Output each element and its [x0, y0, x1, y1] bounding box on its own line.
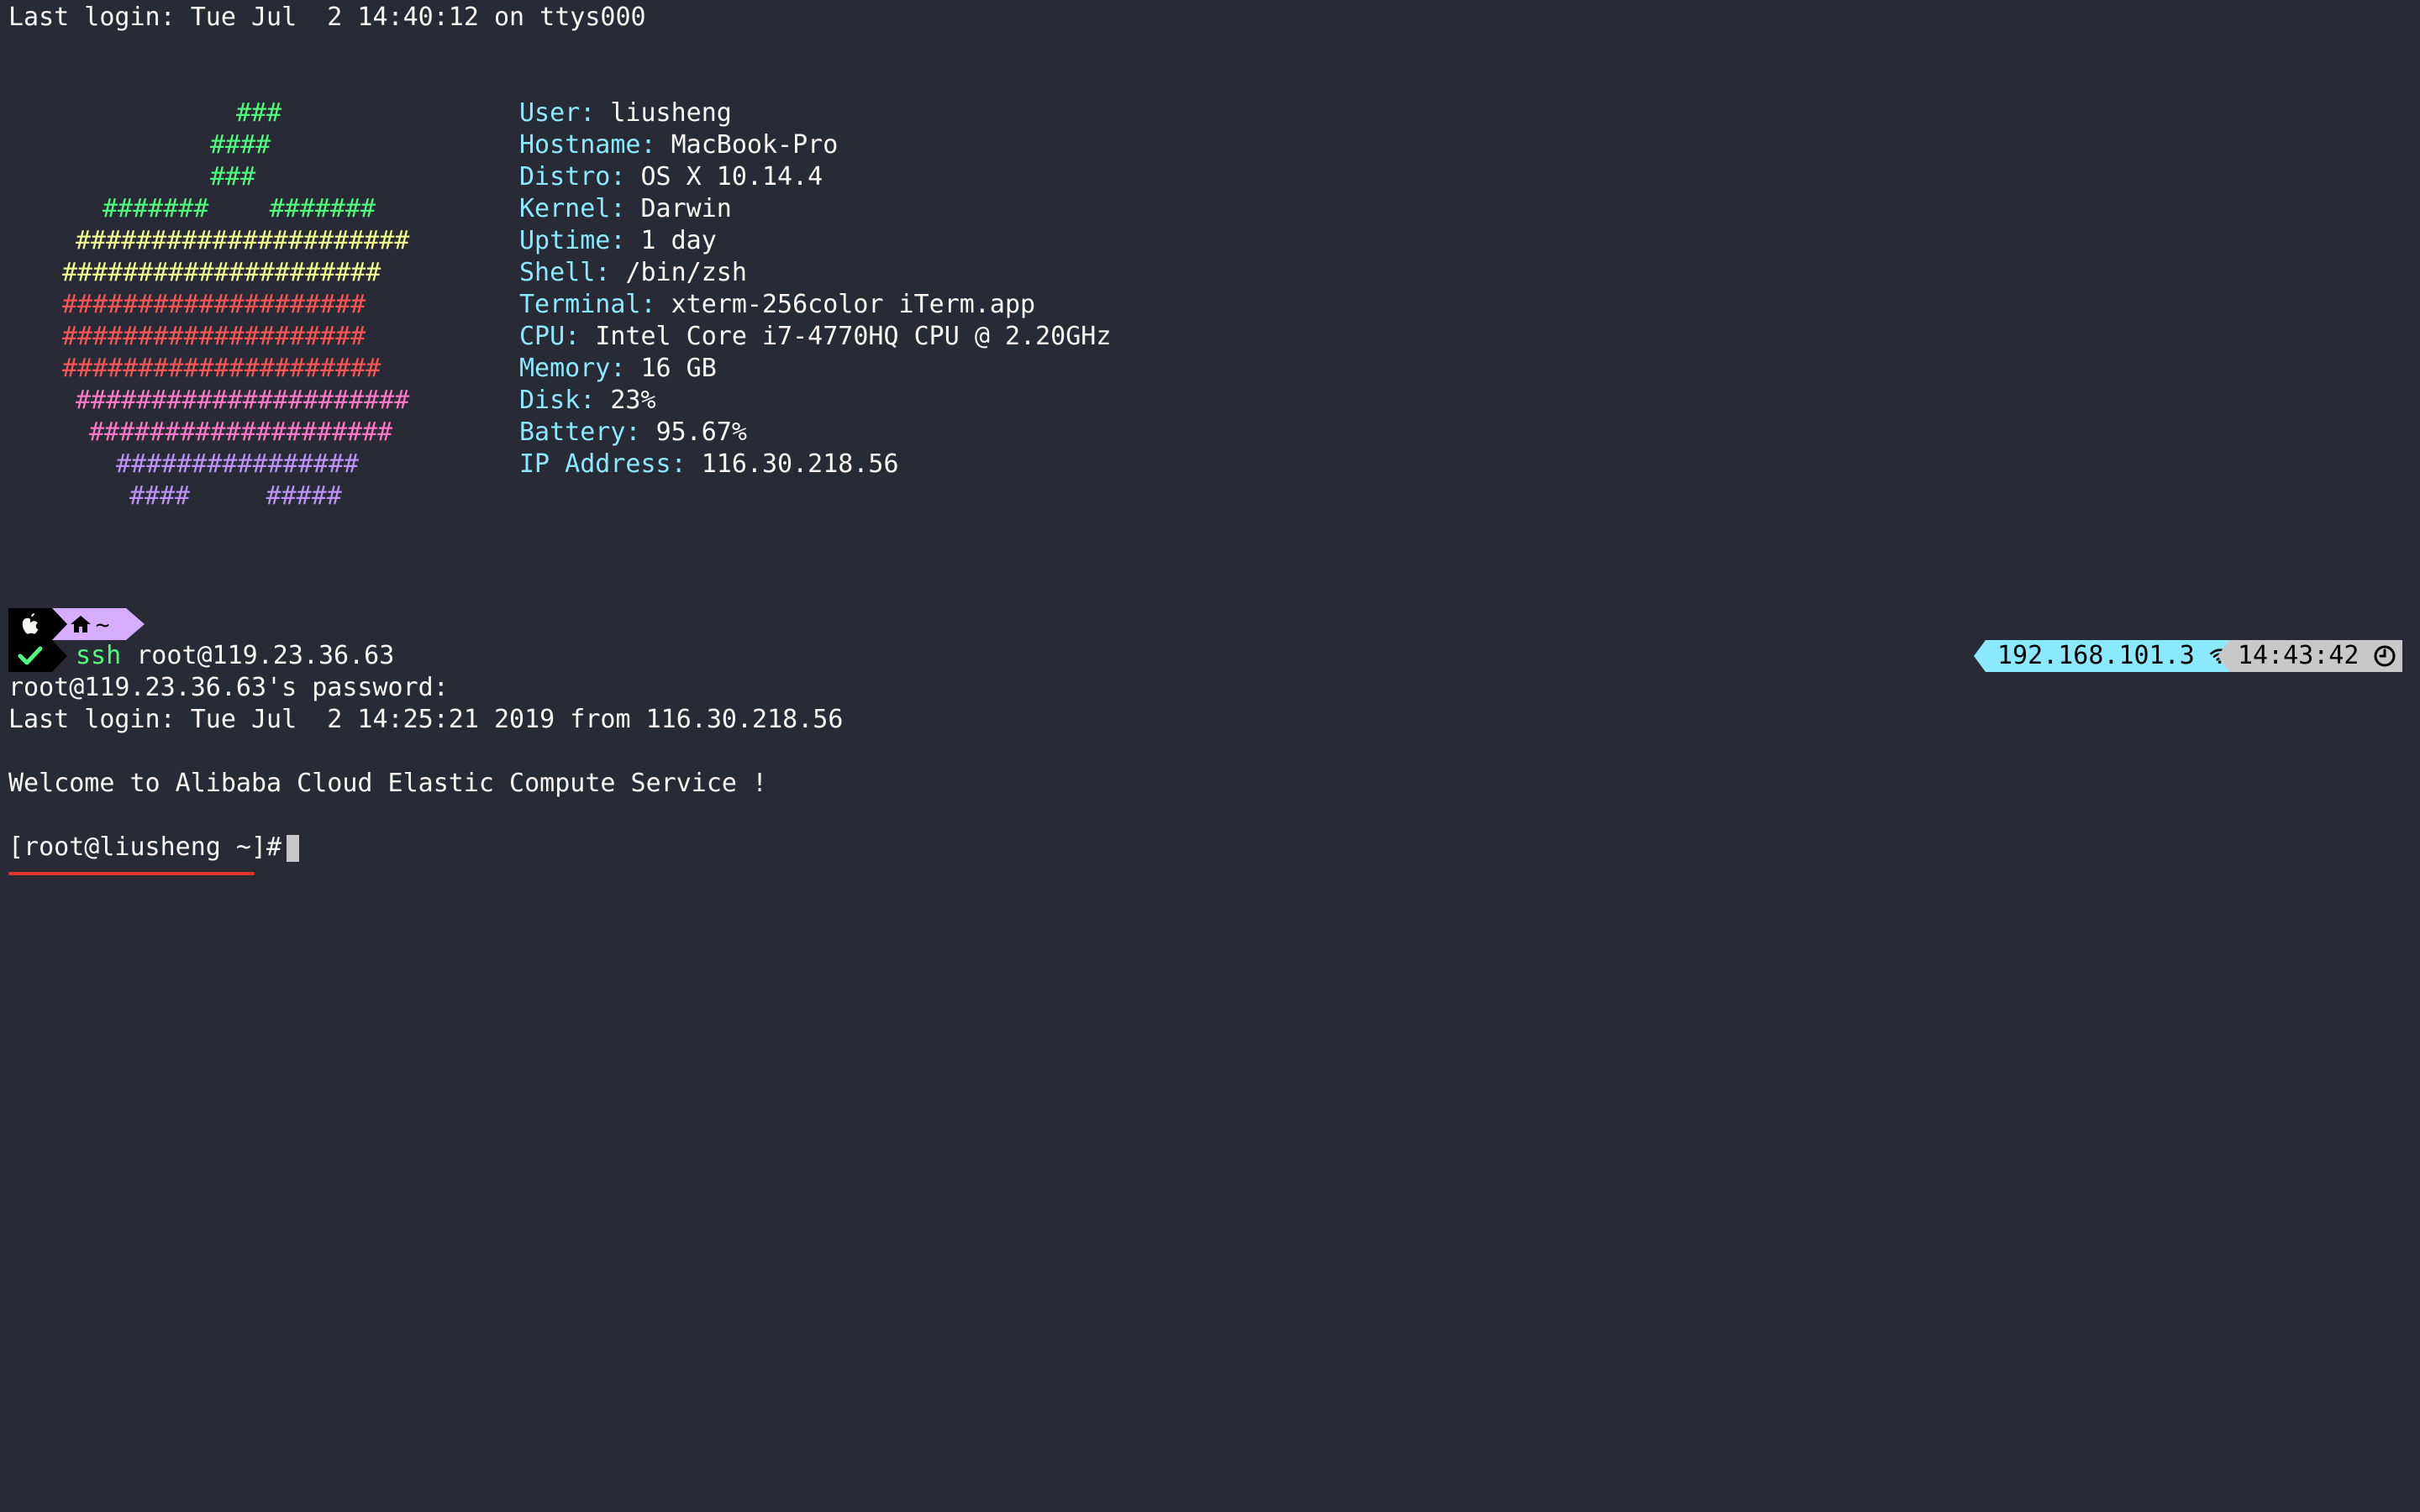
clock-icon [2374, 645, 2395, 667]
status-time-segment: 14:43:42 [2229, 640, 2402, 672]
prompt-status-segment [8, 640, 52, 672]
info-key: User: [519, 98, 596, 128]
info-value: OS X 10.14.4 [640, 162, 823, 192]
command-name: ssh [76, 641, 122, 670]
logo-line: ###################### [76, 226, 410, 255]
info-value: 1 day [640, 226, 717, 255]
info-key: Battery: [519, 417, 641, 447]
info-row: IP Address: 116.30.218.56 [519, 449, 899, 480]
logo-line: #################### [62, 322, 366, 351]
ascii-logo: ### #### ### ####### ####### ###########… [0, 98, 2420, 617]
password-prompt: root@119.23.36.63's password: [8, 673, 449, 702]
info-row: Terminal: xterm-256color iTerm.app [519, 289, 1035, 321]
welcome-message: Welcome to Alibaba Cloud Elastic Compute… [8, 769, 768, 798]
logo-line: ###################### [76, 386, 410, 415]
logo-line: #################### [62, 290, 366, 319]
remote-prompt-line[interactable]: [root@liusheng ~]# [8, 832, 300, 864]
info-key: IP Address: [519, 449, 687, 479]
command-line: ssh root@119.23.36.63 [76, 640, 394, 672]
logo-line: ### [236, 98, 282, 128]
info-key: CPU: [519, 322, 581, 351]
logo-line: #### [210, 130, 271, 160]
info-key: Hostname: [519, 130, 656, 160]
info-row: Battery: 95.67% [519, 417, 747, 449]
prompt-os-segment [8, 608, 52, 640]
info-value: MacBook-Pro [671, 130, 839, 160]
status-time: 14:43:42 [2238, 641, 2360, 670]
segment-separator [126, 608, 145, 640]
terminal-window[interactable]: Last login: Tue Jul 2 14:40:12 on ttys00… [0, 0, 2420, 1512]
info-value: liusheng [610, 98, 732, 128]
info-value: xterm-256color iTerm.app [671, 290, 1036, 319]
segment-separator [1974, 640, 1986, 672]
remote-prompt: [root@liusheng ~]# [8, 832, 282, 862]
info-value: 116.30.218.56 [701, 449, 899, 479]
status-ip: 192.168.101.3 [1997, 641, 2195, 670]
info-row: Disk: 23% [519, 385, 656, 417]
info-row: CPU: Intel Core i7-4770HQ CPU @ 2.20GHz [519, 321, 1111, 353]
info-key: Shell: [519, 258, 611, 287]
info-key: Distro: [519, 162, 626, 192]
info-value: Intel Core i7-4770HQ CPU @ 2.20GHz [595, 322, 1112, 351]
annotation-underline [8, 872, 255, 875]
logo-line: ####### ####### [103, 194, 376, 223]
info-value: 23% [610, 386, 656, 415]
info-value: /bin/zsh [625, 258, 747, 287]
segment-separator [2217, 640, 2229, 672]
logo-line: ################ [116, 449, 359, 479]
info-value: Darwin [640, 194, 732, 223]
segment-separator [52, 608, 67, 640]
info-row: User: liusheng [519, 97, 732, 129]
info-key: Disk: [519, 386, 596, 415]
login-line: Last login: Tue Jul 2 14:40:12 on ttys00… [8, 3, 646, 32]
info-row: Shell: /bin/zsh [519, 257, 747, 289]
info-value: 95.67% [655, 417, 747, 447]
info-row: Memory: 16 GB [519, 353, 717, 385]
logo-line: ##################### [62, 258, 381, 287]
remote-last-login: Last login: Tue Jul 2 14:25:21 2019 from… [8, 705, 844, 734]
info-row: Distro: OS X 10.14.4 [519, 161, 823, 193]
logo-line: #################### [89, 417, 393, 447]
logo-line: #### ##### [129, 481, 342, 511]
prompt-dir: ~ [95, 610, 110, 638]
logo-line: ##################### [62, 354, 381, 383]
info-key: Terminal: [519, 290, 656, 319]
info-key: Uptime: [519, 226, 626, 255]
text-cursor [287, 834, 300, 862]
status-ip-segment: 192.168.101.3 [1986, 640, 2229, 672]
logo-line: ### [210, 162, 256, 192]
info-value: 16 GB [640, 354, 717, 383]
command-args: root@119.23.36.63 [136, 641, 395, 670]
home-icon [70, 616, 91, 633]
checkmark-icon [18, 646, 43, 665]
info-row: Kernel: Darwin [519, 193, 732, 225]
segment-separator [52, 640, 67, 672]
info-key: Kernel: [519, 194, 626, 223]
info-row: Uptime: 1 day [519, 225, 717, 257]
info-row: Hostname: MacBook-Pro [519, 129, 838, 161]
apple-icon [22, 613, 39, 634]
info-key: Memory: [519, 354, 626, 383]
